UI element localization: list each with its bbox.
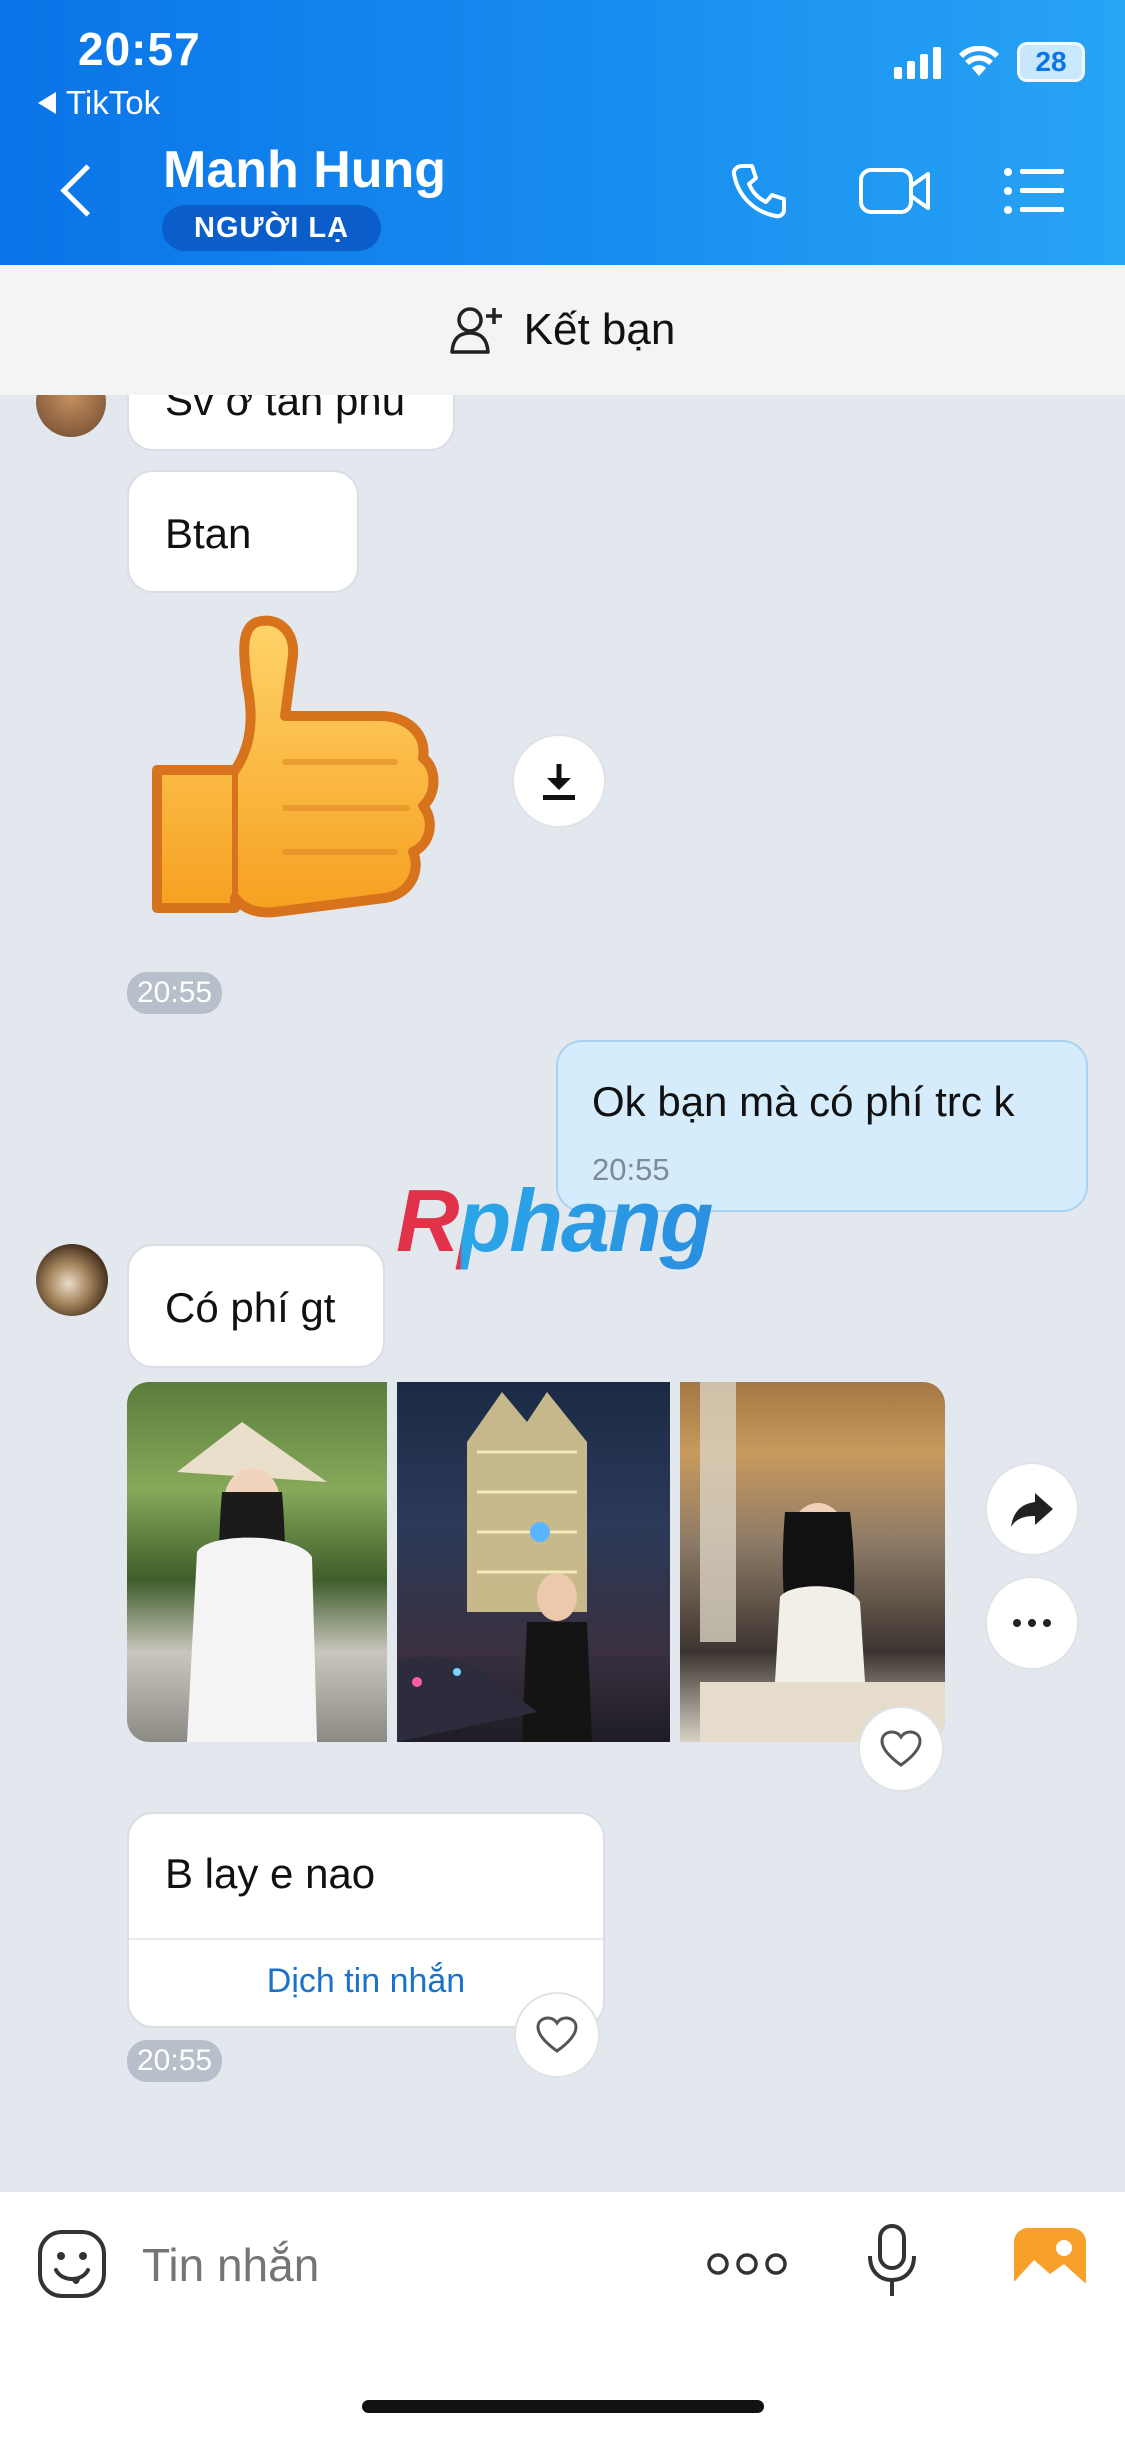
- photo-person-graphic: [397, 1392, 592, 1742]
- heart-icon: [880, 1730, 922, 1767]
- react-heart-button[interactable]: [514, 1992, 600, 2078]
- add-friend-label: Kết bạn: [523, 305, 676, 354]
- photo-thumbnail[interactable]: [397, 1382, 670, 1742]
- message-time: 20:55: [127, 972, 223, 1014]
- react-heart-button[interactable]: [858, 1706, 944, 1792]
- video-call-icon[interactable]: [858, 160, 932, 222]
- battery-icon: 28: [1017, 42, 1085, 82]
- stranger-badge: NGƯỜI LẠ: [162, 205, 382, 251]
- menu-list-icon[interactable]: [1002, 160, 1066, 222]
- add-friend-button[interactable]: Kết bạn: [0, 265, 1125, 395]
- message-text: Sv ở tân phú: [165, 395, 406, 424]
- message-text: B lay e nao: [165, 1850, 376, 1897]
- translate-message-link[interactable]: Dịch tin nhắn: [129, 1962, 603, 2001]
- chat-header: 20:57 TikTok 28 Manh Hung NGƯỜI LẠ: [0, 0, 1125, 265]
- sender-avatar[interactable]: [36, 395, 106, 437]
- back-triangle-icon: [38, 92, 56, 114]
- photo-person-graphic: [700, 1382, 945, 1742]
- divider: [129, 1938, 603, 1940]
- phone-icon[interactable]: [728, 160, 790, 222]
- contact-name[interactable]: Manh Hung: [163, 140, 446, 200]
- message-input[interactable]: [140, 2228, 664, 2302]
- download-icon: [543, 764, 575, 800]
- heart-icon: [536, 2016, 578, 2053]
- chevron-left-icon[interactable]: [60, 164, 113, 217]
- wifi-icon: [959, 46, 999, 76]
- add-friend-icon: [449, 307, 502, 354]
- sender-avatar[interactable]: [36, 1244, 108, 1316]
- photo-person-graphic: [177, 1422, 327, 1742]
- forward-icon: [1011, 1493, 1053, 1527]
- home-indicator: [362, 2400, 764, 2413]
- status-time: 20:57: [78, 23, 201, 75]
- message-text: Có phí gt: [165, 1284, 336, 1331]
- watermark: Rphang: [396, 1171, 714, 1270]
- more-icon: [1013, 1619, 1051, 1627]
- thumbs-up-sticker[interactable]: [145, 612, 445, 942]
- message-text: Ok bạn mà có phí trc k: [592, 1078, 1015, 1125]
- download-button[interactable]: [512, 734, 606, 828]
- message-time: 20:55: [127, 2040, 223, 2082]
- photo-thumbnail[interactable]: [127, 1382, 387, 1742]
- message-bubble-last[interactable]: B lay e nao Dịch tin nhắn: [127, 1812, 605, 2028]
- back-app-label: TikTok: [66, 84, 161, 121]
- message-text: Btan: [165, 510, 252, 557]
- microphone-icon[interactable]: [866, 2222, 918, 2302]
- status-icons: 28: [894, 42, 1085, 82]
- more-dots-icon[interactable]: [706, 2250, 788, 2278]
- cellular-signal-icon: [894, 45, 941, 79]
- forward-button[interactable]: [985, 1462, 1079, 1556]
- more-options-button[interactable]: [985, 1576, 1079, 1670]
- photo-thumbnail[interactable]: [680, 1382, 945, 1742]
- emoji-icon[interactable]: [36, 2228, 108, 2300]
- message-bubble-btan[interactable]: Btan: [127, 470, 359, 593]
- message-bubble-partial[interactable]: Sv ở tân phú: [127, 395, 455, 451]
- back-to-app-link[interactable]: TikTok: [38, 84, 160, 122]
- message-bubble-co-phi[interactable]: Có phí gt: [127, 1244, 385, 1368]
- image-icon[interactable]: [1012, 2226, 1088, 2296]
